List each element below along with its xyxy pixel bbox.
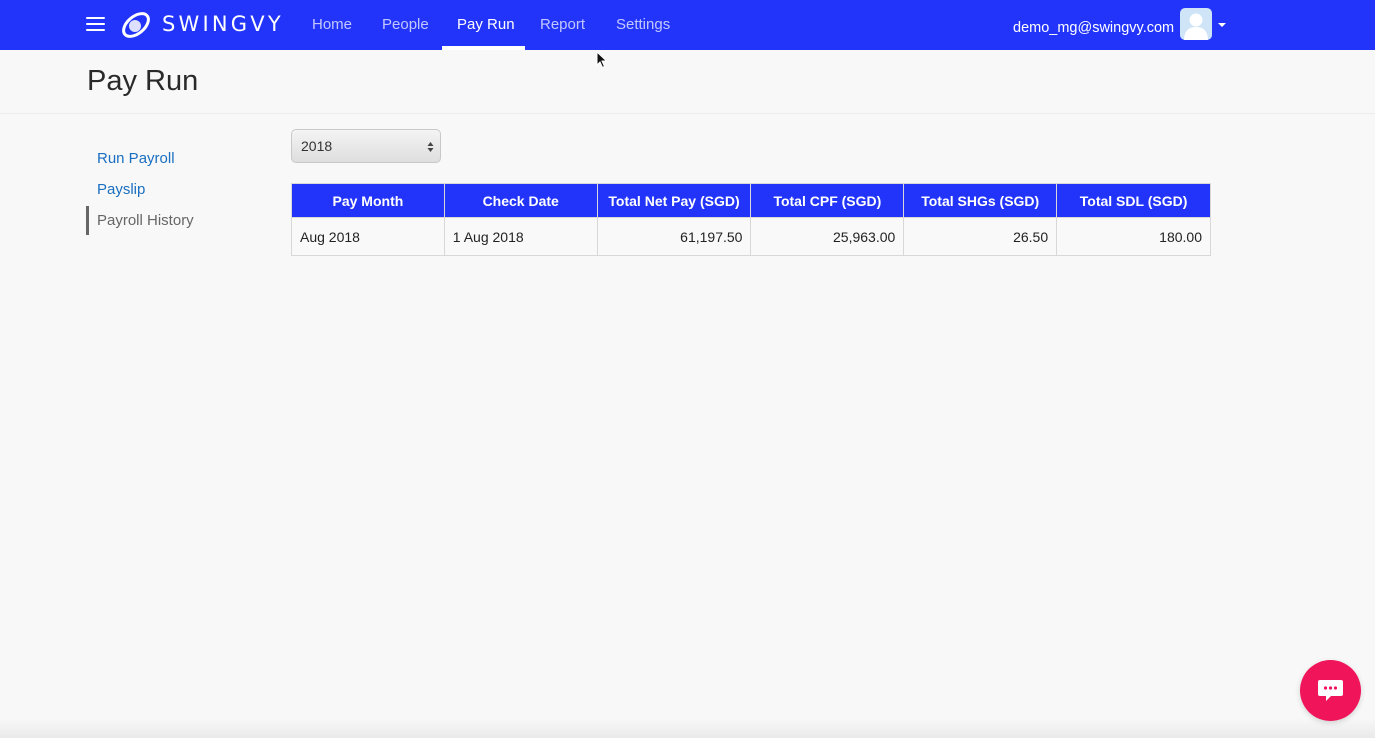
payroll-history-table: Pay Month Check Date Total Net Pay (SGD)… bbox=[291, 183, 1211, 256]
column-header: Pay Month bbox=[291, 183, 445, 218]
user-email[interactable]: demo_mg@swingvy.com bbox=[1013, 0, 1174, 56]
page-header: Pay Run bbox=[0, 50, 1375, 114]
nav-settings[interactable]: Settings bbox=[616, 0, 670, 50]
net-pay-cell: 61,197.50 bbox=[596, 217, 752, 256]
column-header: Total Net Pay (SGD) bbox=[596, 183, 752, 218]
nav-pay-run[interactable]: Pay Run bbox=[457, 0, 515, 50]
column-header: Total CPF (SGD) bbox=[750, 183, 905, 218]
column-header: Total SDL (SGD) bbox=[1056, 183, 1211, 218]
select-arrows-icon bbox=[427, 142, 434, 152]
top-navbar: SWINGVY Home People Pay Run Report Setti… bbox=[0, 0, 1375, 50]
sidebar-item-payslip[interactable]: Payslip bbox=[97, 181, 145, 198]
sidebar-active-indicator bbox=[86, 206, 89, 235]
column-header: Check Date bbox=[443, 183, 598, 218]
table-header-row: Pay Month Check Date Total Net Pay (SGD)… bbox=[291, 183, 1211, 218]
shgs-cell: 26.50 bbox=[903, 217, 1058, 256]
table-row: Aug 2018 1 Aug 2018 61,197.50 25,963.00 … bbox=[291, 217, 1211, 256]
sidebar-item-run-payroll[interactable]: Run Payroll bbox=[97, 150, 175, 167]
nav-people[interactable]: People bbox=[382, 0, 429, 50]
pay-month-link[interactable]: Aug 2018 bbox=[291, 217, 445, 256]
year-select[interactable]: 2018 bbox=[291, 129, 441, 163]
sdl-cell: 180.00 bbox=[1056, 217, 1211, 256]
caret-down-icon[interactable] bbox=[1218, 23, 1226, 27]
chat-bubble-icon bbox=[1318, 680, 1343, 701]
check-date-cell: 1 Aug 2018 bbox=[443, 217, 598, 256]
chat-button[interactable] bbox=[1300, 660, 1361, 721]
user-avatar-icon[interactable] bbox=[1180, 8, 1212, 40]
menu-icon[interactable] bbox=[86, 16, 106, 32]
mouse-pointer-icon bbox=[596, 51, 608, 69]
brand-name[interactable]: SWINGVY bbox=[162, 12, 284, 36]
nav-report[interactable]: Report bbox=[540, 0, 585, 50]
year-select-value: 2018 bbox=[301, 138, 333, 154]
swingvy-logo-icon[interactable] bbox=[120, 10, 153, 40]
page-title: Pay Run bbox=[87, 65, 199, 97]
cpf-cell: 25,963.00 bbox=[750, 217, 905, 256]
bottom-shadow bbox=[0, 718, 1375, 738]
nav-home[interactable]: Home bbox=[312, 0, 352, 50]
sidebar-item-payroll-history[interactable]: Payroll History bbox=[97, 212, 194, 229]
column-header: Total SHGs (SGD) bbox=[903, 183, 1058, 218]
